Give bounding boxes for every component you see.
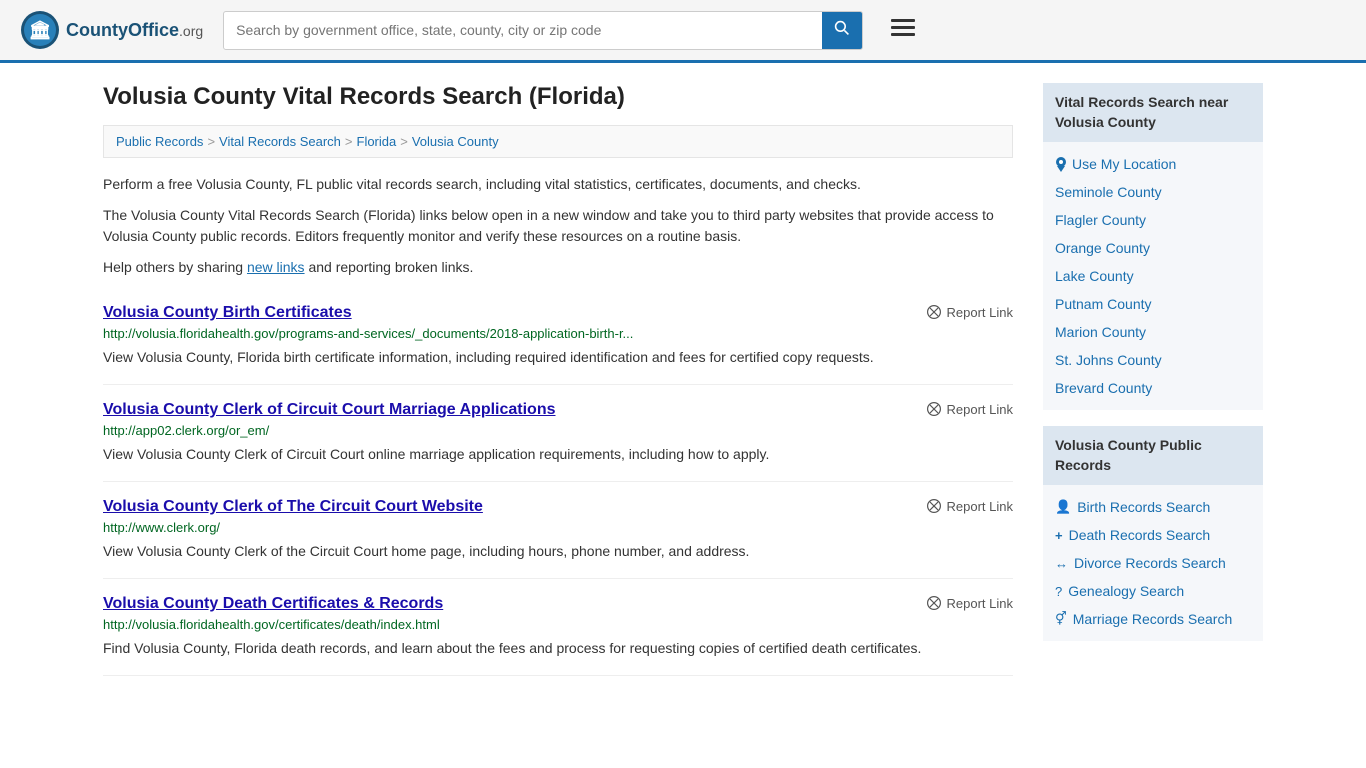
arrows-icon: ↔	[1055, 556, 1068, 571]
result-title-3[interactable]: Volusia County Clerk of The Circuit Cour…	[103, 498, 483, 516]
sidebar-putnam-county[interactable]: Putnam County	[1055, 290, 1251, 318]
sidebar-public-records-header: Volusia County Public Records	[1043, 426, 1263, 485]
result-url-4: http://volusia.floridahealth.gov/certifi…	[103, 617, 1013, 632]
logo-text: CountyOffice.org	[66, 20, 203, 40]
report-icon-2	[926, 401, 942, 417]
breadcrumb-public-records[interactable]: Public Records	[116, 134, 203, 149]
report-icon-1	[926, 304, 942, 320]
report-icon-4	[926, 595, 942, 611]
sidebar-genealogy-search[interactable]: ? Genealogy Search	[1055, 577, 1251, 605]
cross-icon: +	[1055, 528, 1063, 543]
breadcrumb-sep-1: >	[207, 134, 215, 149]
report-link-3[interactable]: Report Link	[926, 498, 1013, 514]
sidebar-public-records-section: Volusia County Public Records 👤 Birth Re…	[1043, 426, 1263, 641]
sidebar-orange-county[interactable]: Orange County	[1055, 234, 1251, 262]
sidebar-seminole-county[interactable]: Seminole County	[1055, 178, 1251, 206]
sidebar-marion-county[interactable]: Marion County	[1055, 318, 1251, 346]
breadcrumb: Public Records > Vital Records Search > …	[103, 125, 1013, 158]
sidebar-st-johns-county[interactable]: St. Johns County	[1055, 346, 1251, 374]
results-list: Volusia County Birth Certificates Report…	[103, 288, 1013, 676]
logo[interactable]: 🏛 CountyOffice.org	[20, 10, 203, 50]
result-item-3: Volusia County Clerk of The Circuit Cour…	[103, 482, 1013, 579]
breadcrumb-vital-records[interactable]: Vital Records Search	[219, 134, 341, 149]
location-pin-icon	[1055, 156, 1067, 172]
breadcrumb-sep-3: >	[400, 134, 408, 149]
result-header-2: Volusia County Clerk of Circuit Court Ma…	[103, 401, 1013, 423]
result-title-2[interactable]: Volusia County Clerk of Circuit Court Ma…	[103, 401, 556, 419]
description-3-prefix: Help others by sharing	[103, 259, 247, 275]
description-1: Perform a free Volusia County, FL public…	[103, 174, 1013, 195]
new-links-link[interactable]: new links	[247, 259, 305, 275]
person-icon: 👤	[1055, 499, 1071, 515]
result-url-2: http://app02.clerk.org/or_em/	[103, 423, 1013, 438]
result-title-1[interactable]: Volusia County Birth Certificates	[103, 304, 352, 322]
search-bar	[223, 11, 863, 50]
sidebar-birth-records[interactable]: 👤 Birth Records Search	[1055, 493, 1251, 521]
result-url-3: http://www.clerk.org/	[103, 520, 1013, 535]
page-title: Volusia County Vital Records Search (Flo…	[103, 83, 1013, 111]
result-item-1: Volusia County Birth Certificates Report…	[103, 288, 1013, 385]
sidebar-nearby-section: Vital Records Search near Volusia County…	[1043, 83, 1263, 410]
sidebar-death-records[interactable]: + Death Records Search	[1055, 521, 1251, 549]
search-button[interactable]	[822, 12, 862, 49]
main-wrapper: Volusia County Vital Records Search (Flo…	[83, 63, 1283, 696]
result-item-4: Volusia County Death Certificates & Reco…	[103, 579, 1013, 676]
result-header-3: Volusia County Clerk of The Circuit Cour…	[103, 498, 1013, 520]
breadcrumb-sep-2: >	[345, 134, 353, 149]
result-header-1: Volusia County Birth Certificates Report…	[103, 304, 1013, 326]
sidebar-nearby-header: Vital Records Search near Volusia County	[1043, 83, 1263, 142]
use-my-location-link[interactable]: Use My Location	[1055, 150, 1251, 178]
hamburger-icon	[891, 19, 915, 37]
description-3-suffix: and reporting broken links.	[305, 259, 474, 275]
gender-icon: ⚥	[1055, 611, 1067, 627]
main-content: Volusia County Vital Records Search (Flo…	[103, 83, 1013, 676]
result-desc-3: View Volusia County Clerk of the Circuit…	[103, 541, 1013, 562]
header: 🏛 CountyOffice.org	[0, 0, 1366, 63]
description-3: Help others by sharing new links and rep…	[103, 257, 1013, 278]
report-link-1[interactable]: Report Link	[926, 304, 1013, 320]
result-desc-4: Find Volusia County, Florida death recor…	[103, 638, 1013, 659]
sidebar-marriage-records[interactable]: ⚥ Marriage Records Search	[1055, 605, 1251, 633]
report-icon-3	[926, 498, 942, 514]
report-link-4[interactable]: Report Link	[926, 595, 1013, 611]
result-url-1: http://volusia.floridahealth.gov/program…	[103, 326, 1013, 341]
sidebar-nearby-body: Use My Location Seminole County Flagler …	[1043, 142, 1263, 410]
question-icon: ?	[1055, 584, 1062, 599]
report-link-2[interactable]: Report Link	[926, 401, 1013, 417]
result-desc-2: View Volusia County Clerk of Circuit Cou…	[103, 444, 1013, 465]
result-header-4: Volusia County Death Certificates & Reco…	[103, 595, 1013, 617]
sidebar-flagler-county[interactable]: Flagler County	[1055, 206, 1251, 234]
result-title-4[interactable]: Volusia County Death Certificates & Reco…	[103, 595, 443, 613]
sidebar-lake-county[interactable]: Lake County	[1055, 262, 1251, 290]
sidebar-brevard-county[interactable]: Brevard County	[1055, 374, 1251, 402]
description-2: The Volusia County Vital Records Search …	[103, 205, 1013, 247]
breadcrumb-florida[interactable]: Florida	[357, 134, 397, 149]
sidebar: Vital Records Search near Volusia County…	[1043, 83, 1263, 676]
sidebar-divorce-records[interactable]: ↔ Divorce Records Search	[1055, 549, 1251, 577]
search-icon	[834, 20, 850, 36]
search-input[interactable]	[224, 14, 822, 46]
svg-text:🏛: 🏛	[29, 20, 52, 40]
sidebar-public-records-body: 👤 Birth Records Search + Death Records S…	[1043, 485, 1263, 641]
logo-icon: 🏛	[20, 10, 60, 50]
hamburger-menu-button[interactable]	[883, 13, 923, 47]
breadcrumb-volusia[interactable]: Volusia County	[412, 134, 499, 149]
result-desc-1: View Volusia County, Florida birth certi…	[103, 347, 1013, 368]
result-item-2: Volusia County Clerk of Circuit Court Ma…	[103, 385, 1013, 482]
